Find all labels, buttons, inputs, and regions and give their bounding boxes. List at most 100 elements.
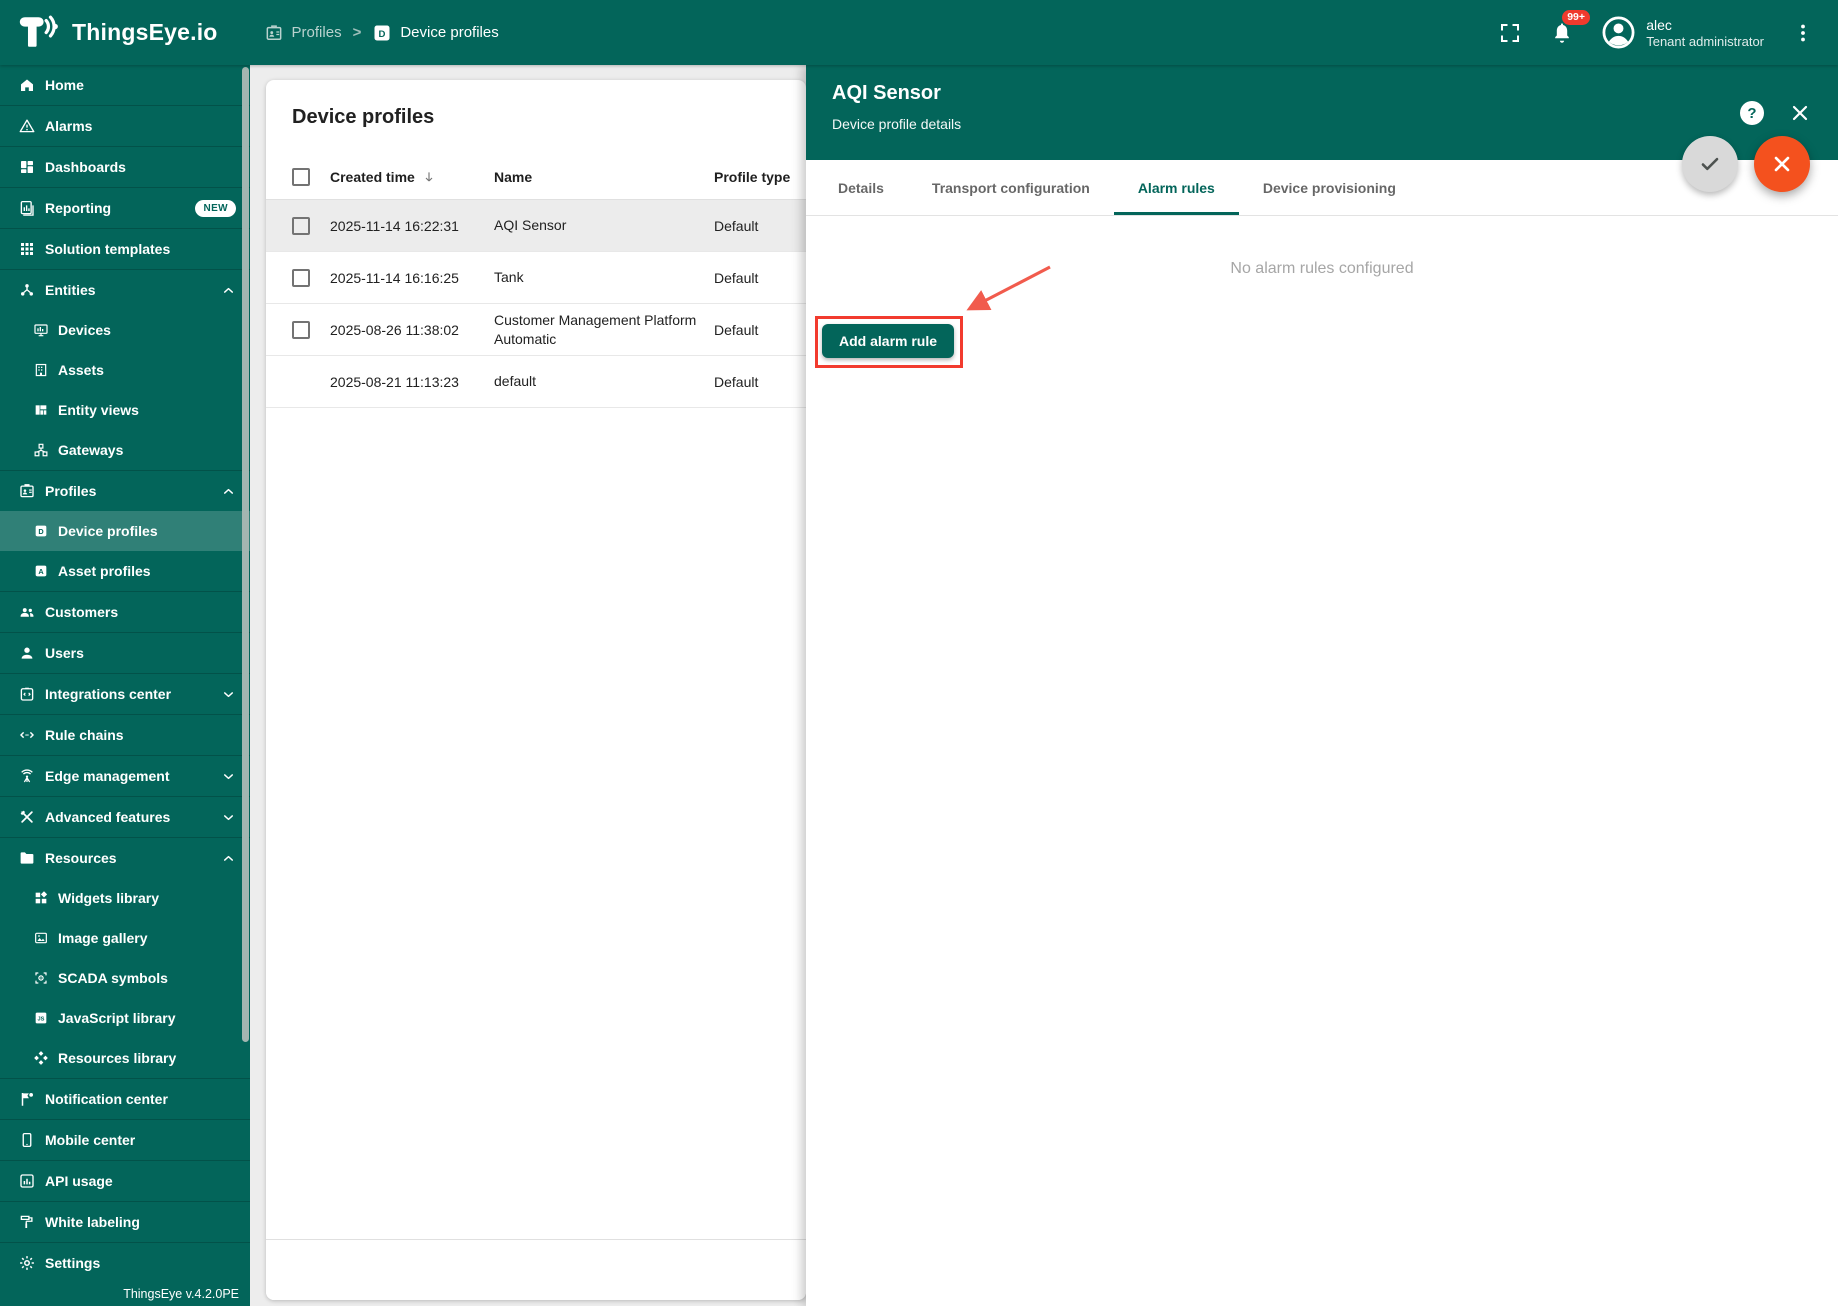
breadcrumb-label: Device profiles bbox=[400, 24, 498, 41]
help-icon[interactable]: ? bbox=[1740, 101, 1764, 125]
table-row[interactable]: 2025-08-21 11:13:23defaultDefault bbox=[266, 356, 806, 408]
column-header-created-time[interactable]: Created time bbox=[330, 169, 494, 185]
column-header-name[interactable]: Name bbox=[494, 168, 714, 187]
api-usage-icon bbox=[18, 1172, 36, 1190]
sidebar-item-label: Resources bbox=[45, 850, 117, 866]
cell-name: default bbox=[494, 372, 714, 391]
sidebar-item-api-usage[interactable]: API usage bbox=[0, 1161, 250, 1201]
sidebar-item-label: Mobile center bbox=[45, 1132, 135, 1148]
sidebar-item-label: Entity views bbox=[58, 402, 139, 418]
cell-name: AQI Sensor bbox=[494, 216, 714, 235]
breadcrumb-profiles[interactable]: Profiles bbox=[264, 23, 342, 43]
sidebar-item-notification-center[interactable]: Notification center bbox=[0, 1079, 250, 1119]
sidebar-item-resources[interactable]: Resources bbox=[0, 838, 250, 878]
sidebar-item-javascript-library[interactable]: JSJavaScript library bbox=[0, 998, 250, 1038]
entities-icon bbox=[18, 281, 36, 299]
sidebar-item-assets[interactable]: Assets bbox=[0, 350, 250, 390]
kebab-menu-icon[interactable] bbox=[1790, 20, 1816, 46]
sidebar-item-label: Assets bbox=[58, 362, 104, 378]
sidebar-item-label: Dashboards bbox=[45, 159, 126, 175]
sidebar-item-profiles[interactable]: Profiles bbox=[0, 471, 250, 511]
table-row[interactable]: 2025-08-26 11:38:02Customer Management P… bbox=[266, 304, 806, 356]
sidebar-item-label: Resources library bbox=[58, 1050, 176, 1066]
row-checkbox[interactable] bbox=[292, 321, 310, 339]
column-header-profile-type[interactable]: Profile type bbox=[714, 169, 806, 185]
sidebar-scrollbar[interactable] bbox=[242, 67, 249, 1042]
add-alarm-rule-button[interactable]: Add alarm rule bbox=[822, 324, 954, 358]
alarms-icon bbox=[18, 117, 36, 135]
table-row[interactable]: 2025-11-14 16:16:25TankDefault bbox=[266, 252, 806, 304]
avatar bbox=[1601, 15, 1636, 50]
sidebar-item-devices[interactable]: Devices bbox=[0, 310, 250, 350]
sidebar-item-advanced-features[interactable]: Advanced features bbox=[0, 797, 250, 837]
fullscreen-icon[interactable] bbox=[1497, 20, 1523, 46]
sidebar-item-label: Device profiles bbox=[58, 523, 158, 539]
chevron-down-icon bbox=[221, 769, 236, 784]
edge-icon bbox=[18, 767, 36, 785]
sidebar-item-customers[interactable]: Customers bbox=[0, 592, 250, 632]
new-badge: NEW bbox=[195, 200, 236, 217]
tab-alarm-rules[interactable]: Alarm rules bbox=[1114, 160, 1239, 215]
sidebar-item-widgets-library[interactable]: Widgets library bbox=[0, 878, 250, 918]
breadcrumb-device-profiles[interactable]: D Device profiles bbox=[372, 23, 498, 43]
table-row[interactable]: 2025-11-14 16:22:31AQI SensorDefault bbox=[266, 200, 806, 252]
select-all-checkbox[interactable] bbox=[292, 168, 310, 186]
sidebar-item-users[interactable]: Users bbox=[0, 633, 250, 673]
sidebar-item-device-profiles[interactable]: D Device profiles bbox=[0, 511, 250, 551]
sidebar-item-label: Integrations center bbox=[45, 686, 171, 702]
empty-state-text: No alarm rules configured bbox=[806, 260, 1838, 278]
breadcrumb: Profiles > D Device profiles bbox=[264, 23, 499, 43]
chevron-down-icon bbox=[221, 810, 236, 825]
sidebar-item-home[interactable]: Home bbox=[0, 65, 250, 105]
scada-icon bbox=[33, 970, 49, 986]
sidebar-item-entities[interactable]: Entities bbox=[0, 270, 250, 310]
checkbox-cell bbox=[266, 269, 330, 287]
sidebar-item-reporting[interactable]: Reporting NEW bbox=[0, 188, 250, 228]
sidebar-item-settings[interactable]: Settings bbox=[0, 1243, 250, 1283]
cell-created-time: 2025-08-21 11:13:23 bbox=[330, 374, 494, 390]
advanced-icon bbox=[18, 808, 36, 826]
close-icon bbox=[1769, 151, 1795, 177]
sidebar-item-image-gallery[interactable]: Image gallery bbox=[0, 918, 250, 958]
row-checkbox[interactable] bbox=[292, 269, 310, 287]
device-profile-icon: D bbox=[372, 23, 392, 43]
panel-title: AQI Sensor bbox=[832, 82, 1812, 105]
sidebar-item-asset-profiles[interactable]: AAsset profiles bbox=[0, 551, 250, 591]
sidebar-item-dashboards[interactable]: Dashboards bbox=[0, 147, 250, 187]
user-menu[interactable]: alec Tenant administrator bbox=[1601, 15, 1764, 50]
sidebar-item-alarms[interactable]: Alarms bbox=[0, 106, 250, 146]
sidebar-item-label: Users bbox=[45, 645, 84, 661]
sidebar-item-gateways[interactable]: Gateways bbox=[0, 430, 250, 470]
close-panel-icon[interactable] bbox=[1788, 101, 1812, 125]
checkbox-cell bbox=[266, 217, 330, 235]
sidebar-item-integrations-center[interactable]: Integrations center bbox=[0, 674, 250, 714]
app-logo[interactable]: ThingsEye.io bbox=[16, 12, 218, 54]
chevron-up-icon bbox=[221, 851, 236, 866]
sidebar-item-white-labeling[interactable]: White labeling bbox=[0, 1202, 250, 1242]
table-header-row: Created time Name Profile type bbox=[266, 155, 806, 200]
sidebar-item-solution-templates[interactable]: Solution templates bbox=[0, 229, 250, 269]
topbar-actions: 99+ alec Tenant administrator bbox=[1497, 15, 1816, 50]
breadcrumb-separator: > bbox=[353, 24, 362, 41]
sidebar-item-entity-views[interactable]: Entity views bbox=[0, 390, 250, 430]
sidebar-item-resources-library[interactable]: Resources library bbox=[0, 1038, 250, 1078]
widgets-icon bbox=[33, 890, 49, 906]
notifications-bell-icon[interactable]: 99+ bbox=[1549, 20, 1575, 46]
sidebar-item-label: Reporting bbox=[45, 200, 111, 216]
tab-transport-configuration[interactable]: Transport configuration bbox=[908, 160, 1114, 215]
device-profiles-table: Created time Name Profile type 2025-11-1… bbox=[266, 155, 806, 408]
checkbox-cell bbox=[266, 321, 330, 339]
sidebar-item-rule-chains[interactable]: Rule chains bbox=[0, 715, 250, 755]
apply-changes-fab[interactable] bbox=[1682, 136, 1738, 192]
sidebar-item-mobile-center[interactable]: Mobile center bbox=[0, 1120, 250, 1160]
customers-icon bbox=[18, 603, 36, 621]
sidebar-nav: HomeAlarms Dashboards Reporting NEW Solution… bbox=[0, 65, 250, 1283]
svg-text:D: D bbox=[38, 527, 43, 536]
sidebar-item-edge-management[interactable]: Edge management bbox=[0, 756, 250, 796]
device-profile-details-panel: AQI Sensor Device profile details ? Deta… bbox=[806, 65, 1838, 1306]
sidebar-item-scada-symbols[interactable]: SCADA symbols bbox=[0, 958, 250, 998]
row-checkbox[interactable] bbox=[292, 217, 310, 235]
cancel-changes-fab[interactable] bbox=[1754, 136, 1810, 192]
tab-device-provisioning[interactable]: Device provisioning bbox=[1239, 160, 1420, 215]
tab-details[interactable]: Details bbox=[814, 160, 908, 215]
